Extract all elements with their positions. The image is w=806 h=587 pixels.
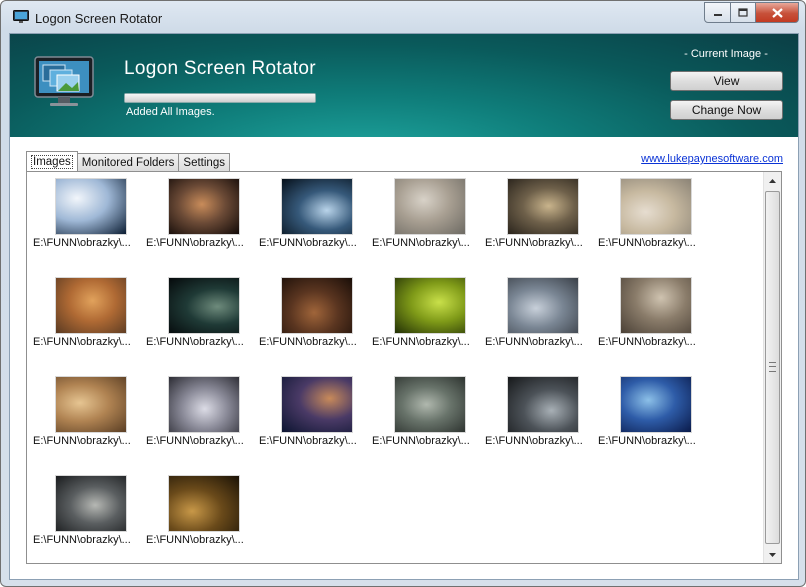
- header-banner: Logon Screen Rotator Added All Images. -…: [10, 34, 798, 137]
- status-text: Added All Images.: [126, 106, 215, 118]
- tab-images[interactable]: Images: [26, 151, 78, 171]
- image-thumbnail: [620, 376, 692, 433]
- image-thumbnail: [55, 376, 127, 433]
- scrollbar-thumb[interactable]: [765, 191, 780, 544]
- image-caption: E:\FUNN\obrazky\...: [146, 435, 244, 447]
- image-item[interactable]: E:\FUNN\obrazky\...: [598, 277, 711, 376]
- image-item[interactable]: E:\FUNN\obrazky\...: [33, 178, 146, 277]
- image-thumbnail: [281, 376, 353, 433]
- image-item[interactable]: E:\FUNN\obrazky\...: [146, 178, 259, 277]
- image-caption: E:\FUNN\obrazky\...: [485, 435, 583, 447]
- image-caption: E:\FUNN\obrazky\...: [33, 336, 131, 348]
- image-caption: E:\FUNN\obrazky\...: [259, 237, 357, 249]
- close-icon: [771, 7, 783, 18]
- close-button[interactable]: [756, 2, 799, 23]
- image-thumbnail: [55, 277, 127, 334]
- monitor-icon: [13, 10, 29, 23]
- image-item[interactable]: E:\FUNN\obrazky\...: [372, 376, 485, 475]
- vertical-scrollbar[interactable]: [763, 172, 781, 563]
- image-caption: E:\FUNN\obrazky\...: [146, 534, 244, 546]
- image-thumbnail: [281, 277, 353, 334]
- website-link[interactable]: www.lukepaynesoftware.com: [641, 153, 783, 165]
- image-caption: E:\FUNN\obrazky\...: [372, 435, 470, 447]
- tab-images-label: Images: [31, 154, 73, 169]
- window-controls: [704, 2, 799, 23]
- chevron-down-icon: [769, 552, 776, 557]
- title-bar[interactable]: Logon Screen Rotator: [1, 1, 805, 33]
- image-thumbnail: [55, 178, 127, 235]
- main-frame: Logon Screen Rotator Added All Images. -…: [9, 33, 799, 580]
- image-thumbnail: [394, 277, 466, 334]
- minimize-icon: [713, 13, 722, 16]
- image-caption: E:\FUNN\obrazky\...: [372, 336, 470, 348]
- current-image-label: - Current Image -: [684, 48, 768, 60]
- image-caption: E:\FUNN\obrazky\...: [372, 237, 470, 249]
- image-thumbnail: [620, 178, 692, 235]
- image-item[interactable]: E:\FUNN\obrazky\...: [372, 277, 485, 376]
- image-thumbnail: [394, 178, 466, 235]
- image-caption: E:\FUNN\obrazky\...: [146, 237, 244, 249]
- image-caption: E:\FUNN\obrazky\...: [259, 336, 357, 348]
- view-button[interactable]: View: [670, 71, 783, 91]
- tab-settings[interactable]: Settings: [178, 153, 230, 171]
- image-thumbnail: [507, 277, 579, 334]
- scroll-down-button[interactable]: [764, 546, 781, 563]
- image-item[interactable]: E:\FUNN\obrazky\...: [33, 475, 146, 563]
- chevron-up-icon: [769, 178, 776, 183]
- image-item[interactable]: E:\FUNN\obrazky\...: [33, 376, 146, 475]
- image-caption: E:\FUNN\obrazky\...: [259, 435, 357, 447]
- tab-strip: Images Monitored Folders Settings: [26, 151, 230, 171]
- minimize-button[interactable]: [704, 2, 731, 23]
- image-thumbnail: [394, 376, 466, 433]
- image-caption: E:\FUNN\obrazky\...: [485, 336, 583, 348]
- scroll-up-button[interactable]: [764, 172, 781, 189]
- image-item[interactable]: E:\FUNN\obrazky\...: [485, 277, 598, 376]
- image-item[interactable]: E:\FUNN\obrazky\...: [146, 277, 259, 376]
- window-title: Logon Screen Rotator: [35, 11, 163, 26]
- progress-bar: [124, 93, 316, 103]
- image-item[interactable]: E:\FUNN\obrazky\...: [485, 376, 598, 475]
- progress-fill: [125, 94, 315, 102]
- image-caption: E:\FUNN\obrazky\...: [146, 336, 244, 348]
- images-panel: E:\FUNN\obrazky\... E:\FUNN\obrazky\... E:…: [26, 171, 782, 564]
- image-item[interactable]: E:\FUNN\obrazky\...: [259, 178, 372, 277]
- image-caption: E:\FUNN\obrazky\...: [598, 237, 696, 249]
- image-caption: E:\FUNN\obrazky\...: [33, 534, 131, 546]
- image-item[interactable]: E:\FUNN\obrazky\...: [598, 178, 711, 277]
- app-title: Logon Screen Rotator: [124, 58, 316, 79]
- image-thumbnail: [55, 475, 127, 532]
- image-thumbnail: [620, 277, 692, 334]
- image-thumbnail: [507, 376, 579, 433]
- image-item[interactable]: E:\FUNN\obrazky\...: [259, 376, 372, 475]
- image-thumbnail: [507, 178, 579, 235]
- image-caption: E:\FUNN\obrazky\...: [485, 237, 583, 249]
- monitor-logo-icon: [34, 56, 94, 106]
- image-caption: E:\FUNN\obrazky\...: [33, 435, 131, 447]
- image-caption: E:\FUNN\obrazky\...: [598, 336, 696, 348]
- tab-monitored-folders[interactable]: Monitored Folders: [76, 153, 180, 171]
- image-item[interactable]: E:\FUNN\obrazky\...: [485, 178, 598, 277]
- image-item[interactable]: E:\FUNN\obrazky\...: [598, 376, 711, 475]
- image-item[interactable]: E:\FUNN\obrazky\...: [146, 376, 259, 475]
- image-thumbnail: [281, 178, 353, 235]
- maximize-button[interactable]: [731, 2, 756, 23]
- app-window: Logon Screen Rotator Logon Screen Rotato…: [0, 0, 806, 587]
- change-now-button[interactable]: Change Now: [670, 100, 783, 120]
- scrollbar-grip: [769, 362, 776, 372]
- image-item[interactable]: E:\FUNN\obrazky\...: [33, 277, 146, 376]
- maximize-icon: [738, 8, 748, 17]
- image-thumbnail: [168, 178, 240, 235]
- image-item[interactable]: E:\FUNN\obrazky\...: [259, 277, 372, 376]
- image-thumbnail: [168, 277, 240, 334]
- image-item[interactable]: E:\FUNN\obrazky\...: [372, 178, 485, 277]
- image-thumbnail: [168, 475, 240, 532]
- image-thumbnail: [168, 376, 240, 433]
- image-item[interactable]: E:\FUNN\obrazky\...: [146, 475, 259, 563]
- image-caption: E:\FUNN\obrazky\...: [598, 435, 696, 447]
- image-caption: E:\FUNN\obrazky\...: [33, 237, 131, 249]
